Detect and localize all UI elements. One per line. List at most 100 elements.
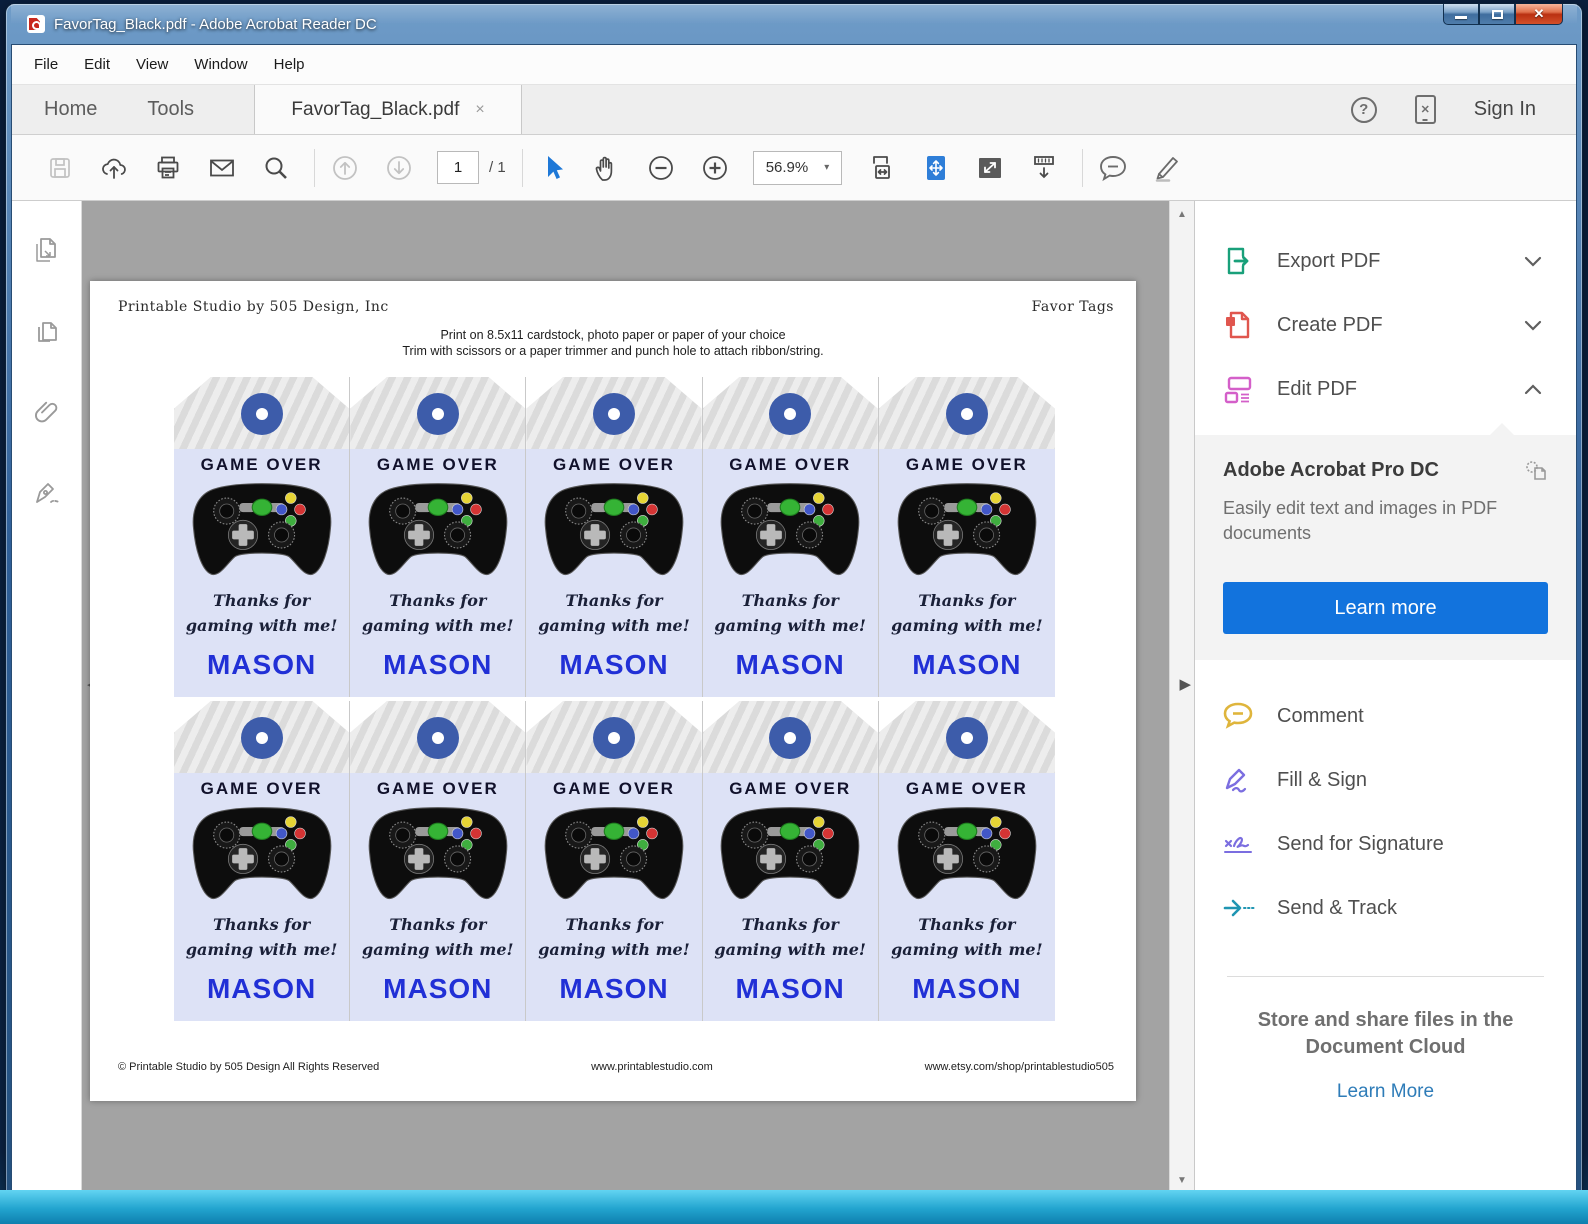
tag-title: GAME OVER bbox=[553, 779, 675, 798]
chevron-down-icon bbox=[1524, 320, 1542, 331]
menu-edit[interactable]: Edit bbox=[84, 56, 110, 73]
tag-hole-icon bbox=[592, 393, 635, 435]
tag-hole-icon bbox=[240, 393, 283, 435]
tag-body: GAME OVER Thanks for gaming with me! MAS… bbox=[878, 449, 1055, 697]
favor-tag: GAME OVER Thanks for gaming with me! MAS… bbox=[526, 701, 703, 1021]
tag-name: MASON bbox=[735, 648, 845, 680]
search-icon[interactable] bbox=[260, 152, 292, 184]
zoom-out-icon[interactable] bbox=[645, 152, 677, 184]
tag-message: Thanks for gaming with me! bbox=[538, 915, 690, 959]
pdf-instructions: Print on 8.5x11 cardstock, photo paper o… bbox=[402, 328, 824, 358]
tag-name: MASON bbox=[735, 972, 845, 1004]
document-copy-icon[interactable] bbox=[32, 316, 62, 351]
tag-body: GAME OVER Thanks for gaming with me! MAS… bbox=[702, 449, 878, 697]
print-icon[interactable] bbox=[152, 152, 184, 184]
tag-message: Thanks for gaming with me! bbox=[185, 591, 338, 635]
pdf-app-icon bbox=[27, 15, 45, 33]
tag-body: GAME OVER Thanks for gaming with me! MAS… bbox=[174, 773, 350, 1021]
tag-title: GAME OVER bbox=[905, 779, 1028, 798]
page-thumbnails-icon[interactable] bbox=[32, 235, 62, 270]
tag-name: MASON bbox=[912, 972, 1022, 1004]
next-page-icon[interactable] bbox=[383, 152, 415, 184]
tab-home[interactable]: Home bbox=[26, 85, 115, 134]
hand-tool-icon[interactable] bbox=[591, 152, 623, 184]
pdf-header-right: Favor Tags bbox=[1031, 299, 1114, 315]
menu-window[interactable]: Window bbox=[194, 56, 247, 73]
favor-tag: GAME OVER Thanks for gaming with me! MAS… bbox=[702, 377, 879, 697]
menu-help[interactable]: Help bbox=[274, 56, 305, 73]
game-controller-icon bbox=[192, 807, 331, 900]
menu-view[interactable]: View bbox=[136, 56, 168, 73]
vertical-scrollbar[interactable]: ▲ ▼ bbox=[1169, 201, 1194, 1194]
zoom-in-icon[interactable] bbox=[699, 152, 731, 184]
tab-tools[interactable]: Tools bbox=[129, 85, 212, 134]
learn-more-link[interactable]: Learn More bbox=[1221, 1081, 1550, 1103]
menu-file[interactable]: File bbox=[34, 56, 58, 73]
tag-top-chevron bbox=[878, 377, 1055, 449]
tag-name: MASON bbox=[912, 648, 1022, 680]
tag-title: GAME OVER bbox=[553, 455, 675, 474]
highlighter-icon[interactable] bbox=[1151, 152, 1183, 184]
send-track-row[interactable]: Send & Track bbox=[1221, 876, 1550, 940]
create-pdf-label: Create PDF bbox=[1277, 313, 1383, 336]
tag-hole-icon bbox=[945, 393, 988, 435]
select-cursor-icon[interactable] bbox=[537, 152, 569, 184]
edit-pdf-row[interactable]: Edit PDF bbox=[1221, 357, 1550, 421]
game-controller-icon bbox=[544, 807, 684, 900]
tag-top-chevron bbox=[174, 377, 350, 449]
paperclip-icon[interactable] bbox=[32, 397, 62, 432]
export-pdf-row[interactable]: Export PDF bbox=[1221, 229, 1550, 293]
collapse-toolbar-icon[interactable] bbox=[1028, 152, 1060, 184]
tag-name: MASON bbox=[206, 972, 317, 1004]
fullscreen-icon[interactable] bbox=[974, 152, 1006, 184]
tag-hole-icon bbox=[240, 717, 283, 759]
fit-width-icon[interactable] bbox=[866, 152, 898, 184]
tag-body: GAME OVER Thanks for gaming with me! MAS… bbox=[526, 449, 702, 697]
tag-title: GAME OVER bbox=[376, 455, 499, 474]
comment-bubble-icon[interactable] bbox=[1097, 152, 1129, 184]
email-icon[interactable] bbox=[206, 152, 238, 184]
tab-close-icon[interactable]: × bbox=[475, 101, 484, 119]
right-panel-collapse-icon[interactable]: ▶ bbox=[1179, 675, 1191, 693]
favor-tag: GAME OVER Thanks for gaming with me! MAS… bbox=[702, 701, 879, 1021]
scroll-down-icon[interactable]: ▼ bbox=[1170, 1175, 1194, 1186]
send-signature-label: Send for Signature bbox=[1277, 832, 1444, 855]
tag-message: Thanks for gaming with me! bbox=[891, 915, 1043, 959]
fill-sign-row[interactable]: Fill & Sign bbox=[1221, 748, 1550, 812]
tag-body: GAME OVER Thanks for gaming with me! MAS… bbox=[526, 773, 702, 1021]
send-for-signature-icon bbox=[1224, 837, 1252, 854]
tab-document[interactable]: FavorTag_Black.pdf × bbox=[254, 85, 523, 134]
tag-hole-icon bbox=[769, 393, 812, 435]
title-bar[interactable]: FavorTag_Black.pdf - Adobe Acrobat Reade… bbox=[11, 4, 1577, 44]
tag-hole-icon bbox=[416, 393, 459, 435]
comment-row[interactable]: Comment bbox=[1221, 684, 1550, 748]
help-icon[interactable]: ? bbox=[1350, 96, 1377, 123]
export-pdf-icon bbox=[1227, 247, 1249, 275]
create-pdf-row[interactable]: Create PDF bbox=[1221, 293, 1550, 357]
tag-top-chevron bbox=[350, 377, 526, 449]
save-icon[interactable] bbox=[44, 152, 76, 184]
minimize-button[interactable] bbox=[1443, 4, 1479, 25]
mobile-device-icon[interactable]: ✕ bbox=[1414, 95, 1436, 124]
sign-in-button[interactable]: Sign In bbox=[1474, 98, 1536, 121]
fit-page-icon[interactable] bbox=[920, 152, 952, 184]
maximize-button[interactable] bbox=[1479, 4, 1515, 25]
favor-tag: GAME OVER Thanks for gaming with me! MAS… bbox=[174, 377, 351, 697]
favor-tag: GAME OVER Thanks for gaming with me! MAS… bbox=[878, 377, 1055, 697]
page-number-input[interactable] bbox=[437, 151, 479, 184]
chevron-down-icon bbox=[1524, 256, 1542, 267]
previous-page-icon[interactable] bbox=[329, 152, 361, 184]
signature-pen-icon[interactable] bbox=[31, 478, 63, 513]
zoom-level-select[interactable]: 56.9% ▾ bbox=[752, 150, 843, 185]
document-area[interactable]: ◀ Printable Studio by 505 Design, Inc Fa… bbox=[82, 201, 1169, 1194]
close-button[interactable]: ✕ bbox=[1515, 4, 1563, 25]
create-pdf-icon bbox=[1226, 311, 1250, 339]
scroll-up-icon[interactable]: ▲ bbox=[1170, 209, 1194, 220]
send-track-label: Send & Track bbox=[1277, 896, 1398, 919]
send-signature-row[interactable]: Send for Signature bbox=[1221, 812, 1550, 876]
learn-more-button[interactable]: Learn more bbox=[1223, 582, 1548, 635]
tag-hole-icon bbox=[769, 717, 812, 759]
promo-description: Easily edit text and images in PDF docum… bbox=[1223, 498, 1498, 544]
favor-tag: GAME OVER Thanks for gaming with me! MAS… bbox=[878, 701, 1055, 1021]
upload-cloud-icon[interactable] bbox=[98, 152, 130, 184]
